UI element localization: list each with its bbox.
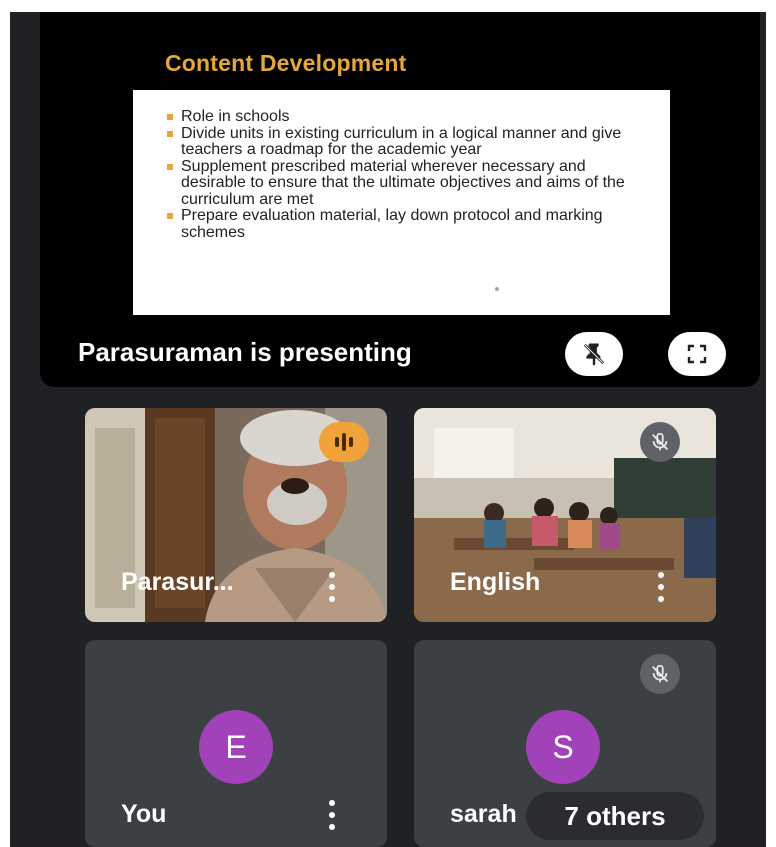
more-options-icon[interactable] — [328, 572, 336, 602]
mic-off-icon — [640, 654, 680, 694]
more-options-icon[interactable] — [328, 800, 336, 830]
fullscreen-icon — [687, 344, 707, 364]
bullet-marker — [167, 213, 173, 219]
bullet-marker — [167, 163, 173, 170]
participant-tile-english[interactable]: English — [414, 408, 716, 622]
participant-tile-sarah[interactable]: S sarah 7 others — [414, 640, 716, 847]
avatar: S — [526, 710, 600, 784]
bullet-marker — [167, 114, 173, 120]
participant-name: You — [121, 800, 167, 828]
meeting-window: Content Development Role in schools Divi… — [10, 12, 766, 847]
presentation-panel[interactable]: Content Development Role in schools Divi… — [40, 12, 760, 387]
avatar: E — [199, 710, 273, 784]
slide-content: Role in schools Divide units in existing… — [133, 90, 670, 315]
pointer-mark — [495, 287, 499, 291]
slide-bullet: Supplement prescribed material wherever … — [163, 158, 643, 209]
others-button[interactable]: 7 others — [526, 792, 704, 840]
unpin-icon — [583, 343, 605, 366]
presenting-label: Parasuraman is presenting — [78, 337, 412, 367]
slide-bullet-list: Role in schools Divide units in existing… — [163, 108, 643, 241]
participant-name: sarah — [450, 800, 517, 828]
unpin-button[interactable] — [565, 332, 623, 376]
slide-bullet: Prepare evaluation material, lay down pr… — [163, 207, 643, 241]
participant-tile-parasuraman[interactable]: Parasur... — [85, 408, 387, 622]
slide-bullet: Divide units in existing curriculum in a… — [163, 125, 643, 159]
participant-name: Parasur... — [121, 568, 234, 596]
speaking-indicator-icon — [319, 422, 369, 462]
slide-bullet: Role in schools — [163, 108, 643, 126]
more-options-icon[interactable] — [657, 572, 665, 602]
fullscreen-button[interactable] — [668, 332, 726, 376]
mic-off-icon — [640, 422, 680, 462]
slide-title: Content Development — [165, 50, 407, 76]
participant-tile-you[interactable]: E You — [85, 640, 387, 847]
bullet-marker — [167, 130, 173, 137]
participant-name: English — [450, 568, 541, 596]
